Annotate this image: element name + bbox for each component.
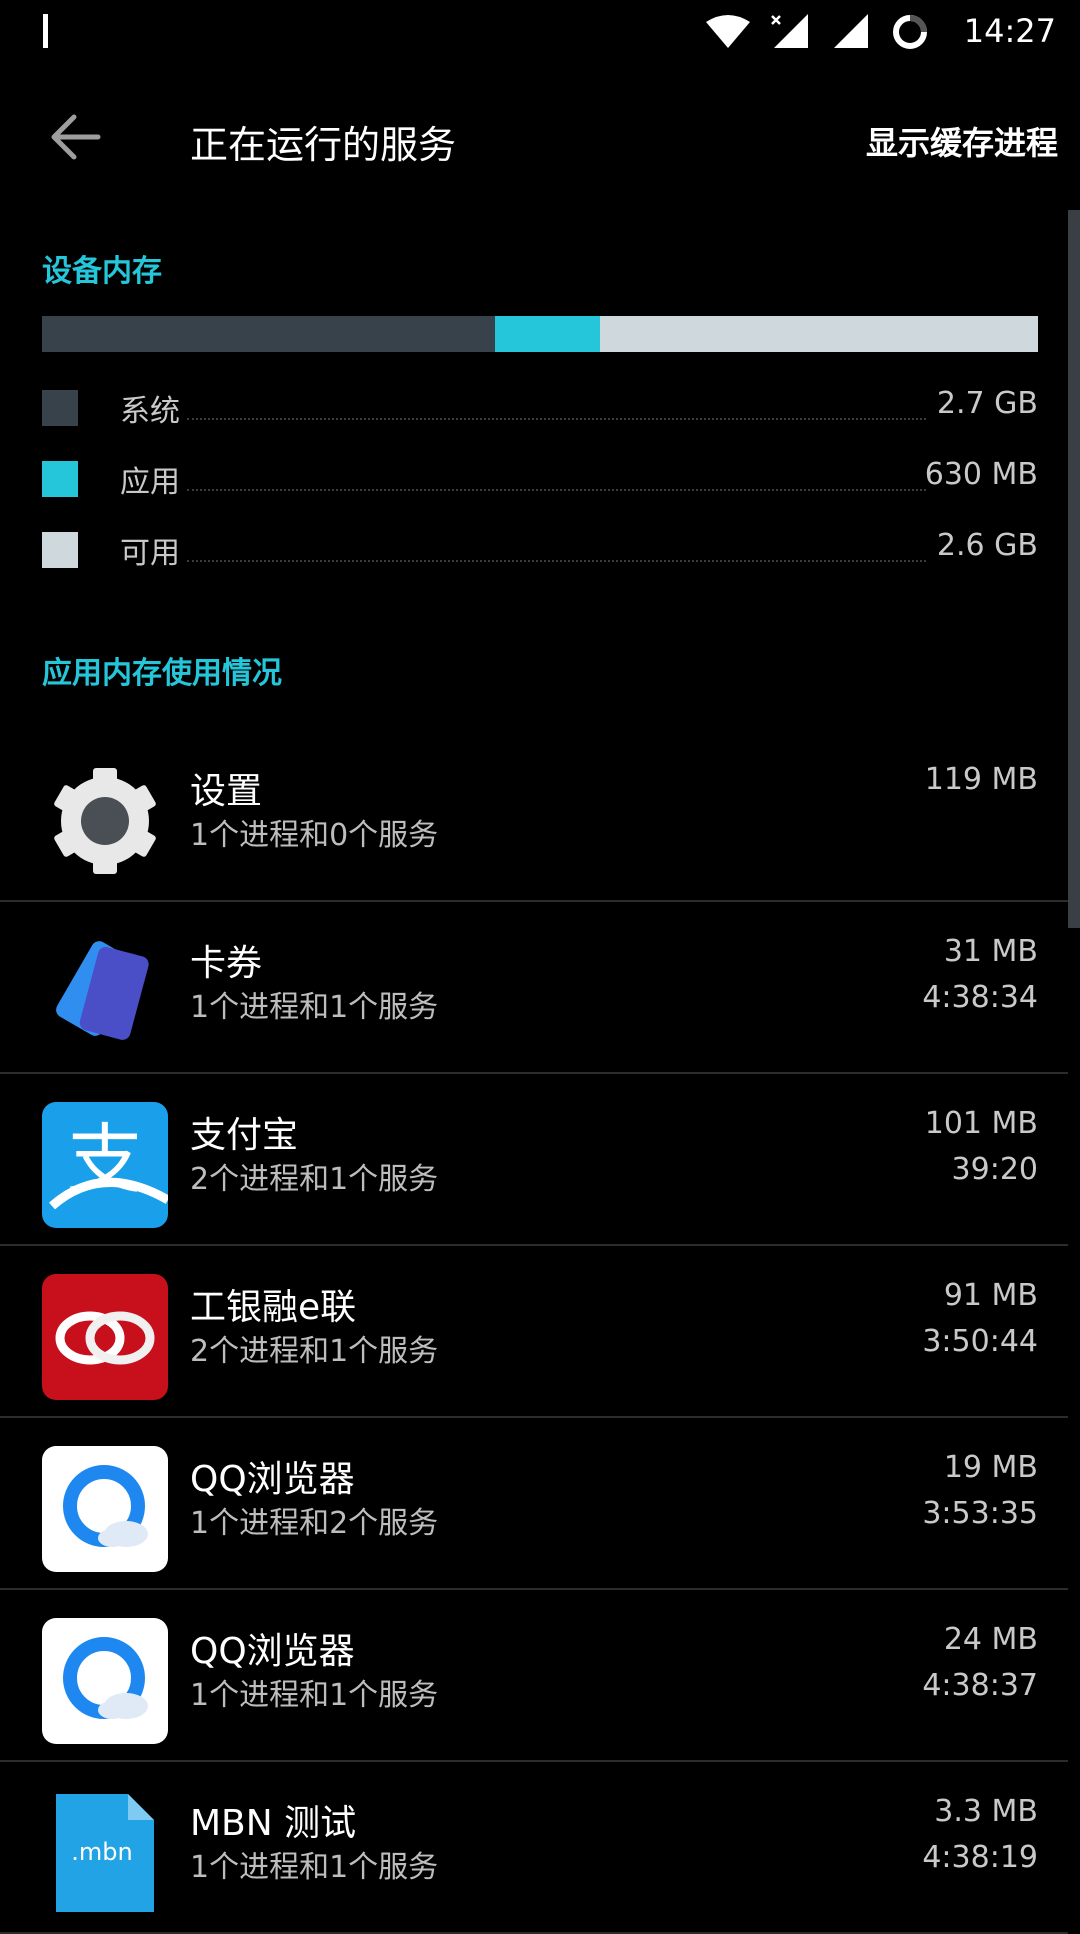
app-name: 卡券 xyxy=(190,943,263,984)
legend-value: 630 MB xyxy=(924,457,1038,492)
leader-dots xyxy=(187,489,926,491)
mbn-file-icon: .mbn xyxy=(56,1794,154,1912)
memory-bar-apps xyxy=(495,316,600,352)
qq-browser-icon xyxy=(42,1446,168,1572)
list-item[interactable]: 支 支付宝 2个进程和1个服务 101 MB 39:20 xyxy=(0,1074,1068,1246)
list-item[interactable]: 工银融e联 2个进程和1个服务 91 MB 3:50:44 xyxy=(0,1246,1068,1418)
legend-label: 应用 xyxy=(120,465,180,500)
status-bar: 14:27 xyxy=(0,0,1080,64)
app-name: 支付宝 xyxy=(190,1115,299,1156)
legend-value: 2.6 GB xyxy=(936,528,1038,563)
app-run-time: 4:38:34 xyxy=(922,980,1038,1015)
app-memory-size: 19 MB xyxy=(943,1450,1038,1485)
memory-bar-free xyxy=(599,316,1038,352)
app-memory-size: 24 MB xyxy=(943,1622,1038,1657)
legend-label: 可用 xyxy=(120,536,180,571)
app-bar: 正在运行的服务 显示缓存进程 xyxy=(0,64,1080,214)
legend-row-free: 可用 2.6 GB xyxy=(42,528,1038,572)
notification-indicator-icon xyxy=(43,14,48,48)
memory-bar-system xyxy=(42,316,496,352)
list-item[interactable]: QQ浏览器 1个进程和1个服务 24 MB 4:38:37 xyxy=(0,1590,1068,1762)
status-time: 14:27 xyxy=(963,12,1056,50)
legend-swatch xyxy=(42,532,78,568)
leader-dots xyxy=(187,418,926,420)
wifi-icon xyxy=(706,15,750,48)
legend-swatch xyxy=(42,461,78,497)
app-run-time: 4:38:19 xyxy=(922,1840,1038,1875)
list-item[interactable]: 卡券 1个进程和1个服务 31 MB 4:38:34 xyxy=(0,902,1068,1074)
list-item[interactable]: QQ浏览器 1个进程和2个服务 19 MB 3:53:35 xyxy=(0,1418,1068,1590)
app-memory-size: 3.3 MB xyxy=(934,1794,1038,1829)
show-cached-processes-button[interactable]: 显示缓存进程 xyxy=(866,118,1058,164)
app-memory-size: 31 MB xyxy=(943,934,1038,969)
app-memory-header: 应用内存使用情况 xyxy=(42,656,282,691)
app-memory-size: 91 MB xyxy=(943,1278,1038,1313)
app-name: QQ浏览器 xyxy=(190,1631,355,1672)
qq-browser-icon xyxy=(42,1618,168,1744)
page-title: 正在运行的服务 xyxy=(190,123,457,167)
app-process-count: 2个进程和1个服务 xyxy=(190,1334,439,1369)
app-name: MBN 测试 xyxy=(190,1803,357,1844)
app-process-count: 1个进程和2个服务 xyxy=(190,1506,439,1541)
app-process-count: 1个进程和1个服务 xyxy=(190,990,439,1025)
app-process-count: 2个进程和1个服务 xyxy=(190,1162,439,1197)
status-icons xyxy=(704,14,930,50)
app-memory-size: 119 MB xyxy=(924,762,1038,797)
app-run-time: 4:38:37 xyxy=(922,1668,1038,1703)
scrollbar[interactable] xyxy=(1068,210,1080,928)
arrow-back-icon[interactable] xyxy=(48,112,102,162)
memory-usage-bar xyxy=(42,316,1038,352)
legend-label: 系统 xyxy=(120,394,180,429)
app-name: 设置 xyxy=(190,771,263,812)
app-run-time: 3:53:35 xyxy=(922,1496,1038,1531)
cards-icon xyxy=(56,941,149,1040)
mbn-glyph: .mbn xyxy=(71,1838,132,1866)
list-item[interactable]: 设置 1个进程和0个服务 119 MB xyxy=(0,730,1068,902)
alipay-icon: 支 xyxy=(42,1102,168,1228)
legend-row-system: 系统 2.7 GB xyxy=(42,386,1038,430)
app-run-time: 3:50:44 xyxy=(922,1324,1038,1359)
list-item[interactable]: .mbn MBN 测试 1个进程和1个服务 3.3 MB 4:38:19 xyxy=(0,1762,1068,1934)
signal-x-icon xyxy=(771,14,808,48)
legend-value: 2.7 GB xyxy=(936,386,1038,421)
leader-dots xyxy=(187,560,926,562)
signal-icon xyxy=(834,14,868,48)
app-list: 设置 1个进程和0个服务 119 MB 卡券 1个进程和1个服务 31 MB 4… xyxy=(0,730,1068,1934)
app-process-count: 1个进程和1个服务 xyxy=(190,1850,439,1885)
app-name: QQ浏览器 xyxy=(190,1459,355,1500)
app-run-time: 39:20 xyxy=(951,1152,1038,1187)
icbc-rings-icon xyxy=(42,1274,168,1400)
app-process-count: 1个进程和0个服务 xyxy=(190,818,439,853)
legend-swatch xyxy=(42,390,78,426)
app-name: 工银融e联 xyxy=(190,1287,357,1328)
device-memory-header: 设备内存 xyxy=(42,254,162,289)
sync-icon xyxy=(893,15,927,49)
settings-gear-icon xyxy=(54,768,156,874)
app-process-count: 1个进程和1个服务 xyxy=(190,1678,439,1713)
legend-row-apps: 应用 630 MB xyxy=(42,457,1038,501)
app-memory-size: 101 MB xyxy=(924,1106,1038,1141)
